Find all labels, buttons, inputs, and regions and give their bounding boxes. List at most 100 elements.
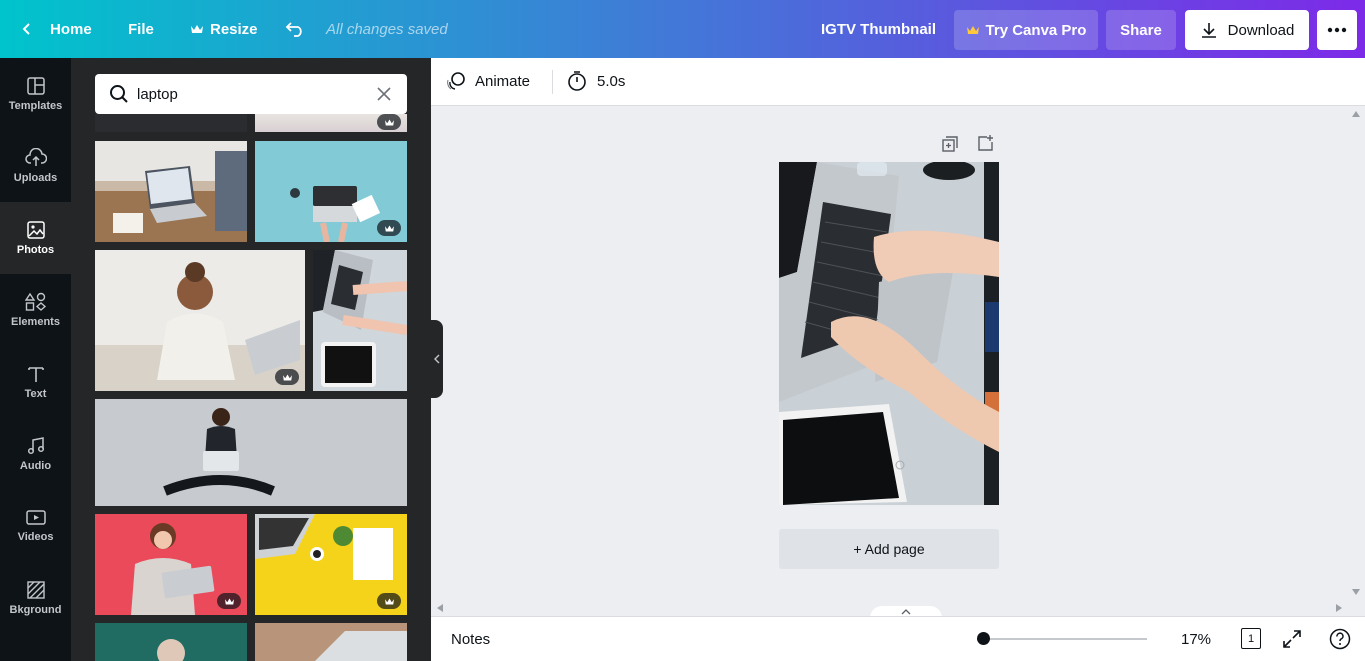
photo-result[interactable] [255,141,407,242]
sidebar-item-label: Photos [16,244,55,256]
download-button[interactable]: Download [1185,10,1309,50]
undo-button[interactable] [285,0,305,58]
document-title[interactable]: IGTV Thumbnail [821,0,936,58]
try-pro-label: Try Canva Pro [985,21,1087,39]
sidebar-item-label: Bkground [9,604,62,616]
divider [552,70,553,94]
top-bar: Home File Resize All changes saved IGTV … [0,0,1365,58]
download-label: Download [1227,21,1295,39]
resize-label: Resize [210,20,258,38]
sidebar-item-label: Text [24,388,47,400]
teal-sofa-photo [95,623,247,661]
sidebar-item-photos[interactable]: Photos [0,202,71,274]
collapse-panel-button[interactable] [431,320,443,398]
scroll-left-icon[interactable] [437,604,443,612]
sidebar-item-label: Templates [8,100,63,112]
home-label: Home [50,20,92,38]
laptop-typing-photo [313,250,407,391]
pro-badge [275,369,299,385]
photo-result[interactable] [255,514,407,615]
file-menu[interactable]: File [128,0,154,58]
zoom-slider[interactable] [984,638,1147,640]
duration-button[interactable]: 5.0s [567,70,625,92]
photo-result[interactable] [95,141,247,242]
home-button[interactable]: Home [20,0,92,58]
music-icon [27,437,44,455]
photo-result[interactable] [313,250,407,391]
animate-button[interactable]: Animate [445,70,530,92]
bottom-bar: Notes 17% 1 [431,616,1365,661]
pro-badge [377,220,401,236]
share-button[interactable]: Share [1106,10,1176,50]
shapes-icon [24,292,46,311]
page-count-button[interactable]: 1 [1241,628,1261,649]
try-canva-pro-button[interactable]: Try Canva Pro [954,10,1098,50]
photo-icon [26,221,45,239]
crown-icon [224,598,234,604]
pro-badge [217,593,241,609]
clear-search-icon[interactable] [377,87,391,101]
photo-result[interactable] [95,399,407,506]
sidebar-item-videos[interactable]: Videos [0,490,71,562]
crown-icon [191,25,203,33]
chevron-left-icon [434,354,440,364]
scroll-up-icon[interactable] [1352,111,1360,117]
photos-panel [71,58,431,661]
more-icon [1327,27,1347,33]
crown-icon [282,374,292,380]
scroll-down-icon[interactable] [1352,589,1360,595]
timer-icon [568,71,586,91]
sidebar-item-label: Videos [17,531,54,543]
search-icon [110,85,128,103]
sidebar-item-background[interactable]: Bkground [0,562,71,634]
design-canvas[interactable] [779,162,999,505]
video-icon [25,510,46,525]
notes-button[interactable]: Notes [451,631,490,648]
crown-icon [384,598,394,604]
save-status: All changes saved [326,20,448,38]
crown-icon [966,26,979,34]
laptop-desk-photo [95,141,247,242]
editor-toolbar: Animate 5.0s [431,58,1365,106]
photo-result[interactable] [95,114,247,132]
laptop-wood-photo [255,623,407,661]
upload-icon [24,148,47,166]
sidebar-item-audio[interactable]: Audio [0,418,71,490]
duration-label: 5.0s [597,72,626,90]
fullscreen-icon[interactable] [1282,629,1302,649]
zoom-level[interactable]: 17% [1181,631,1211,648]
page-count: 1 [1247,632,1255,645]
sidebar-item-uploads[interactable]: Uploads [0,130,71,202]
undo-icon [285,22,302,37]
sidebar-item-text[interactable]: Text [0,346,71,418]
sidebar-item-label: Audio [19,460,52,472]
zoom-slider-handle[interactable] [977,632,990,645]
side-nav: Templates Uploads Photos Elements Text A… [0,58,71,661]
pro-badge [377,593,401,609]
sidebar-item-label: Elements [11,316,60,328]
duplicate-page-icon[interactable] [941,135,959,153]
help-icon[interactable] [1329,628,1351,650]
sidebar-item-label: Uploads [13,172,58,184]
add-page-button[interactable]: + Add page [779,529,999,569]
photo-result[interactable] [95,514,247,615]
photo-search [95,74,407,114]
chevron-up-icon [901,609,911,615]
scroll-right-icon[interactable] [1336,604,1342,612]
canvas-photo [779,162,999,505]
text-icon [27,367,44,382]
pro-badge [377,114,401,130]
more-options-button[interactable] [1317,10,1357,50]
photo-result[interactable] [255,623,407,661]
resize-button[interactable]: Resize [190,0,258,58]
photo-result[interactable] [255,114,407,132]
sidebar-item-templates[interactable]: Templates [0,58,71,130]
woman-laptop-sofa-photo [95,250,305,391]
search-input[interactable] [137,85,357,103]
sidebar-item-elements[interactable]: Elements [0,274,71,346]
photo-result[interactable] [95,250,305,391]
add-page-icon[interactable] [977,134,995,152]
chevron-left-icon [22,23,30,35]
photo-result[interactable] [95,623,247,661]
animate-icon [447,72,465,90]
